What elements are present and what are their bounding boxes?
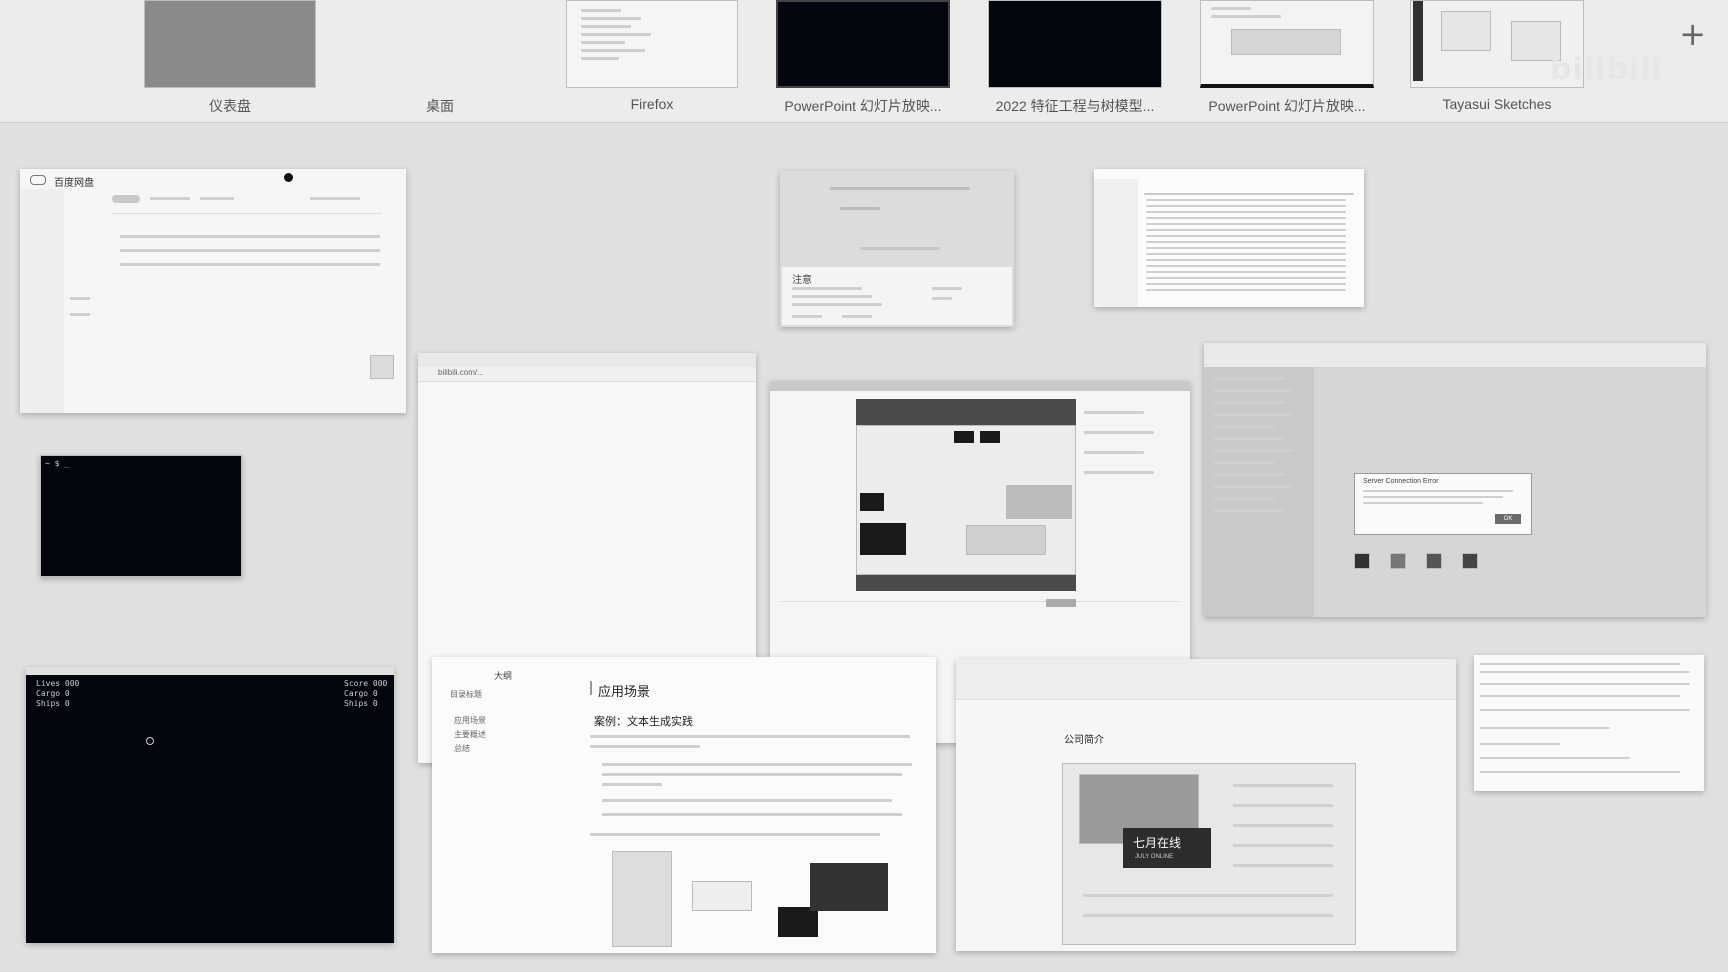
space-label: 仪表盘 [209,98,251,114]
window-document[interactable]: 大纲 目录标题 应用场景 主要概述 总结 应用场景 案例：文本生成实践 [432,657,936,953]
outline-title: 大纲 [494,671,513,681]
ok-button[interactable]: OK [1495,514,1521,524]
subheading: 案例：文本生成实践 [594,716,693,728]
outline-item[interactable]: 目录标题 [450,689,482,700]
window-text-editor[interactable] [1474,655,1704,791]
address-bar[interactable]: bilibili.com/... [418,367,756,382]
url-text: bilibili.com/... [438,368,484,377]
space-label: 2022 特征工程与树模型... [995,98,1155,114]
game-left-line2: Cargo 0 [36,689,70,698]
space-label: Tayasui Sketches [1442,96,1552,112]
sidebar [1094,179,1138,307]
game-right-line1: Score 000 [344,679,388,688]
window-netdisk[interactable]: 百度网盘 [20,169,406,413]
space-thumbnail [566,0,738,88]
window-dialog[interactable]: 注意 [780,171,1014,327]
bilibili-watermark: bilibili [1550,52,1663,87]
brand-badge: 七月在线 JULY ONLINE [1123,828,1211,868]
title-bar [26,667,394,675]
space-label: Firefox [630,96,674,112]
game-left-line1: Lives 000 [36,679,80,688]
error-dialog[interactable]: Server Connection Error OK [1354,473,1532,535]
space-thumbnail [144,0,316,88]
outline-item[interactable]: 应用场景 [454,715,486,726]
window-file-list[interactable] [1094,169,1364,307]
space-thumbnail [1200,0,1374,88]
plus-icon[interactable]: + [1679,18,1706,50]
space-label: 桌面 [426,98,454,114]
toolbar [1204,343,1706,367]
outline-panel: 大纲 目录标题 应用场景 主要概述 总结 [432,657,582,953]
space-thumbnail [354,0,526,88]
cloud-icon [30,175,46,185]
mission-control-desktop: 百度网盘 注意 ~ $ _ bilibili.com/... Server Co… [0,123,1728,972]
title-bar [770,381,1190,391]
notes-panel [1080,401,1190,601]
spaces-bar: 仪表盘 桌面 Firefox PowerPoint 幻灯片放映... 2022 … [0,0,1728,123]
space-label: PowerPoint 幻灯片放映... [784,98,942,114]
slide-canvas [856,399,1076,591]
error-title: Server Connection Error [1363,478,1439,485]
window-terminal-small[interactable]: ~ $ _ [40,455,242,577]
outline-item[interactable]: 总结 [454,743,470,754]
tab-bar [418,353,756,367]
game-left-line3: Ships 0 [36,699,70,708]
badge-title: 七月在线 [1133,836,1182,850]
outline-item[interactable]: 主要概述 [454,729,486,740]
slide-title: 公司简介 [1064,735,1104,746]
ribbon [956,659,1456,700]
avatar[interactable] [284,173,293,182]
window-powerpoint-slide[interactable]: 公司简介 七月在线 JULY ONLINE [956,659,1456,951]
space-label: PowerPoint 幻灯片放映... [1208,98,1366,114]
window-game[interactable]: Lives 000 Cargo 0 Ships 0 Score 000 Carg… [26,667,394,943]
ship-icon [146,737,154,745]
window-virtual-machine[interactable]: Server Connection Error OK [1204,343,1706,617]
window-title: 百度网盘 [54,178,94,189]
dialog-heading: 注意 [792,275,812,286]
section-heading: 应用场景 [598,684,651,699]
space-thumbnail [988,0,1162,88]
game-right-line2: Cargo 0 [344,689,378,698]
dialog-panel: 注意 [782,267,1012,325]
badge-sub: JULY ONLINE [1135,854,1174,860]
game-right-line3: Ships 0 [344,699,378,708]
slide-content: 七月在线 JULY ONLINE [1062,763,1356,945]
sidebar [20,189,64,413]
space-thumbnail [776,0,950,88]
sidebar [1204,367,1314,617]
